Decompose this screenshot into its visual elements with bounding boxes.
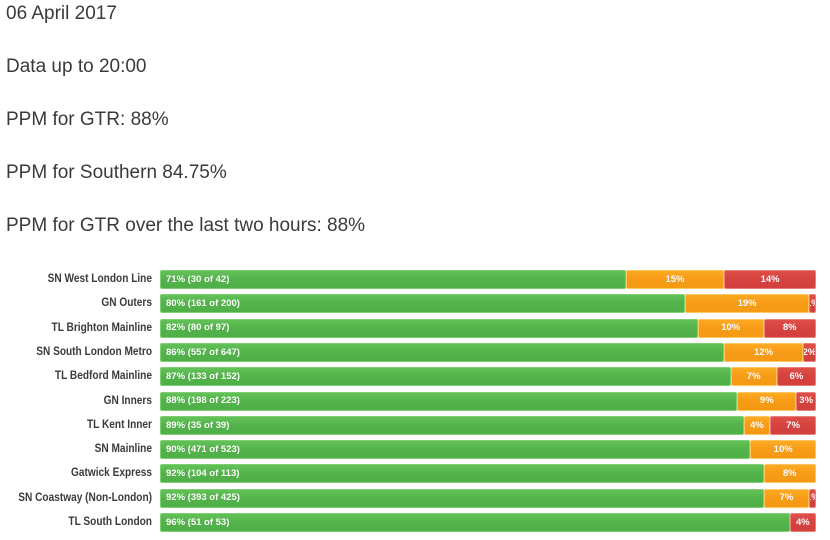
bar-segment-red: 7% xyxy=(770,415,816,435)
report-date: 06 April 2017 xyxy=(6,3,117,24)
bar-segment-label: 7% xyxy=(779,492,794,504)
ppm-stacked-bar-chart: SN West London Line 71% (30 of 42) 15% 14% G… xyxy=(0,264,830,540)
stacked-bar: 71% (30 of 42) 15% 14% xyxy=(160,270,830,289)
route-label: TL Brighton Mainline xyxy=(51,321,152,334)
stacked-bar: 87% (133 of 152) 7% 6% xyxy=(160,367,830,387)
bar-segment-label: 1% xyxy=(810,493,815,503)
route-label: TL South London xyxy=(68,516,152,528)
bar-segment-red: 1% xyxy=(809,294,816,314)
bar-segment-amber: 19% xyxy=(684,294,810,314)
bar-segment-red: 14% xyxy=(724,270,816,289)
bar-segment-label: 7% xyxy=(746,370,761,382)
bar-segment-label: 86% (557 of 647) xyxy=(166,346,240,358)
stacked-bar: 86% (557 of 647) 12% 2% xyxy=(160,342,830,362)
bar-segment-red: 6% xyxy=(776,367,816,387)
ppm-gtr-summary: PPM for GTR: 88% xyxy=(6,109,169,130)
ppm-southern-summary: PPM for Southern 84.75% xyxy=(6,162,227,183)
bar-segment-amber: 9% xyxy=(737,391,797,411)
bar-segment-label: 9% xyxy=(759,395,774,407)
bar-segment-label: 87% (133 of 152) xyxy=(166,370,240,382)
bar-segment-green: 82% (80 of 97) xyxy=(160,318,698,338)
bar-segment-amber: 10% xyxy=(750,440,816,460)
bar-segment-amber: 10% xyxy=(697,318,764,338)
chart-row: Gatwick Express 92% (104 of 113) 8% xyxy=(0,464,830,488)
route-label: GN Inners xyxy=(103,394,152,407)
bar-segment-green: 92% (393 of 425) xyxy=(160,488,764,508)
data-cutoff-time: Data up to 20:00 xyxy=(6,56,147,77)
bar-segment-amber: 4% xyxy=(743,415,771,435)
bar-segment-label: 8% xyxy=(782,322,797,334)
stacked-bar: 80% (161 of 200) 19% 1% xyxy=(160,294,830,314)
bar-segment-green: 90% (471 of 523) xyxy=(160,440,751,460)
stacked-bar: 92% (393 of 425) 7% 1% xyxy=(160,488,830,508)
route-label: TL Bedford Mainline xyxy=(54,370,152,383)
bar-segment-amber: 12% xyxy=(724,342,803,362)
bar-segment-amber: 7% xyxy=(730,367,777,387)
chart-row: SN Coastway (Non-London) 92% (393 of 425)… xyxy=(0,488,830,513)
route-label: TL Kent Inner xyxy=(86,418,152,431)
bar-segment-label: 82% (80 of 97) xyxy=(166,322,230,334)
bar-segment-label: 90% (471 of 523) xyxy=(166,443,240,455)
bar-segment-red: 2% xyxy=(802,342,816,362)
bar-segment-red: 8% xyxy=(763,318,816,338)
bar-segment-label: 15% xyxy=(665,273,685,285)
bar-segment-label: 71% (30 of 42) xyxy=(166,273,230,285)
bar-segment-label: 96% (51 of 53) xyxy=(166,516,230,528)
bar-segment-green: 86% (557 of 647) xyxy=(160,342,725,362)
chart-row: TL Bedford Mainline 87% (133 of 152) 7% 6% xyxy=(0,367,830,391)
chart-row: TL Kent Inner 89% (35 of 39) 4% 7% xyxy=(0,415,830,440)
stacked-bar: 90% (471 of 523) 10% xyxy=(160,440,830,460)
bar-segment-label: 2% xyxy=(802,346,816,358)
bar-segment-label: 88% (198 of 223) xyxy=(166,395,240,407)
bar-segment-label: 80% (161 of 200) xyxy=(166,298,240,310)
bar-segment-label: 92% (393 of 425) xyxy=(166,492,240,504)
bar-segment-green: 89% (35 of 39) xyxy=(160,415,744,435)
stacked-bar: 82% (80 of 97) 10% 8% xyxy=(160,318,830,338)
bar-segment-green: 80% (161 of 200) xyxy=(160,294,685,314)
chart-row: SN West London Line 71% (30 of 42) 15% 14% xyxy=(0,270,830,294)
bar-segment-red: 1% xyxy=(809,488,816,508)
bar-segment-label: 6% xyxy=(789,370,804,382)
bar-segment-green: 96% (51 of 53) xyxy=(160,513,790,532)
stacked-bar: 89% (35 of 39) 4% 7% xyxy=(160,415,830,435)
route-label: SN West London Line xyxy=(47,273,153,285)
bar-segment-label: 3% xyxy=(799,395,814,407)
chart-row: GN Inners 88% (198 of 223) 9% 3% xyxy=(0,391,830,416)
bar-segment-amber: 15% xyxy=(625,270,725,289)
bar-segment-label: 92% (104 of 113) xyxy=(166,468,240,480)
bar-segment-label: 89% (35 of 39) xyxy=(166,419,230,431)
ppm-gtr-two-hours-summary: PPM for GTR over the last two hours: 88% xyxy=(6,215,366,236)
bar-segment-label: 12% xyxy=(754,346,774,358)
bar-segment-red: 3% xyxy=(796,391,816,411)
bar-segment-green: 88% (198 of 223) xyxy=(160,391,738,411)
chart-row: GN Outers 80% (161 of 200) 19% 1% xyxy=(0,294,830,318)
bar-segment-label: 19% xyxy=(737,298,757,310)
bar-segment-label: 1% xyxy=(810,299,815,309)
bar-segment-amber: 8% xyxy=(763,464,816,484)
chart-row: TL South London 96% (51 of 53) 4% xyxy=(0,513,830,537)
bar-segment-label: 10% xyxy=(721,322,741,334)
route-label: Gatwick Express xyxy=(70,467,152,480)
bar-segment-red: 4% xyxy=(789,513,816,532)
stacked-bar: 92% (104 of 113) 8% xyxy=(160,464,830,484)
chart-row: SN South London Metro 86% (557 of 647) 12%… xyxy=(0,342,830,367)
bar-segment-label: 10% xyxy=(773,443,793,455)
stacked-bar: 96% (51 of 53) 4% xyxy=(160,513,830,532)
bar-segment-label: 4% xyxy=(796,516,810,528)
chart-row: TL Brighton Mainline 82% (80 of 97) 10% 8% xyxy=(0,318,830,343)
route-label: SN Coastway (Non-London) xyxy=(18,491,153,504)
bar-segment-amber: 7% xyxy=(763,488,810,508)
bar-segment-green: 92% (104 of 113) xyxy=(160,464,764,484)
bar-segment-label: 14% xyxy=(760,273,780,285)
route-label: GN Outers xyxy=(101,297,152,310)
bar-segment-label: 8% xyxy=(782,468,797,480)
chart-row: SN Mainline 90% (471 of 523) 10% xyxy=(0,440,830,464)
bar-segment-label: 7% xyxy=(786,419,800,431)
route-label: SN South London Metro xyxy=(36,345,152,358)
bar-segment-green: 71% (30 of 42) xyxy=(160,270,626,289)
stacked-bar: 88% (198 of 223) 9% 3% xyxy=(160,391,830,411)
bar-segment-label: 4% xyxy=(750,419,764,431)
route-label: SN Mainline xyxy=(94,443,152,456)
bar-segment-green: 87% (133 of 152) xyxy=(160,367,731,387)
